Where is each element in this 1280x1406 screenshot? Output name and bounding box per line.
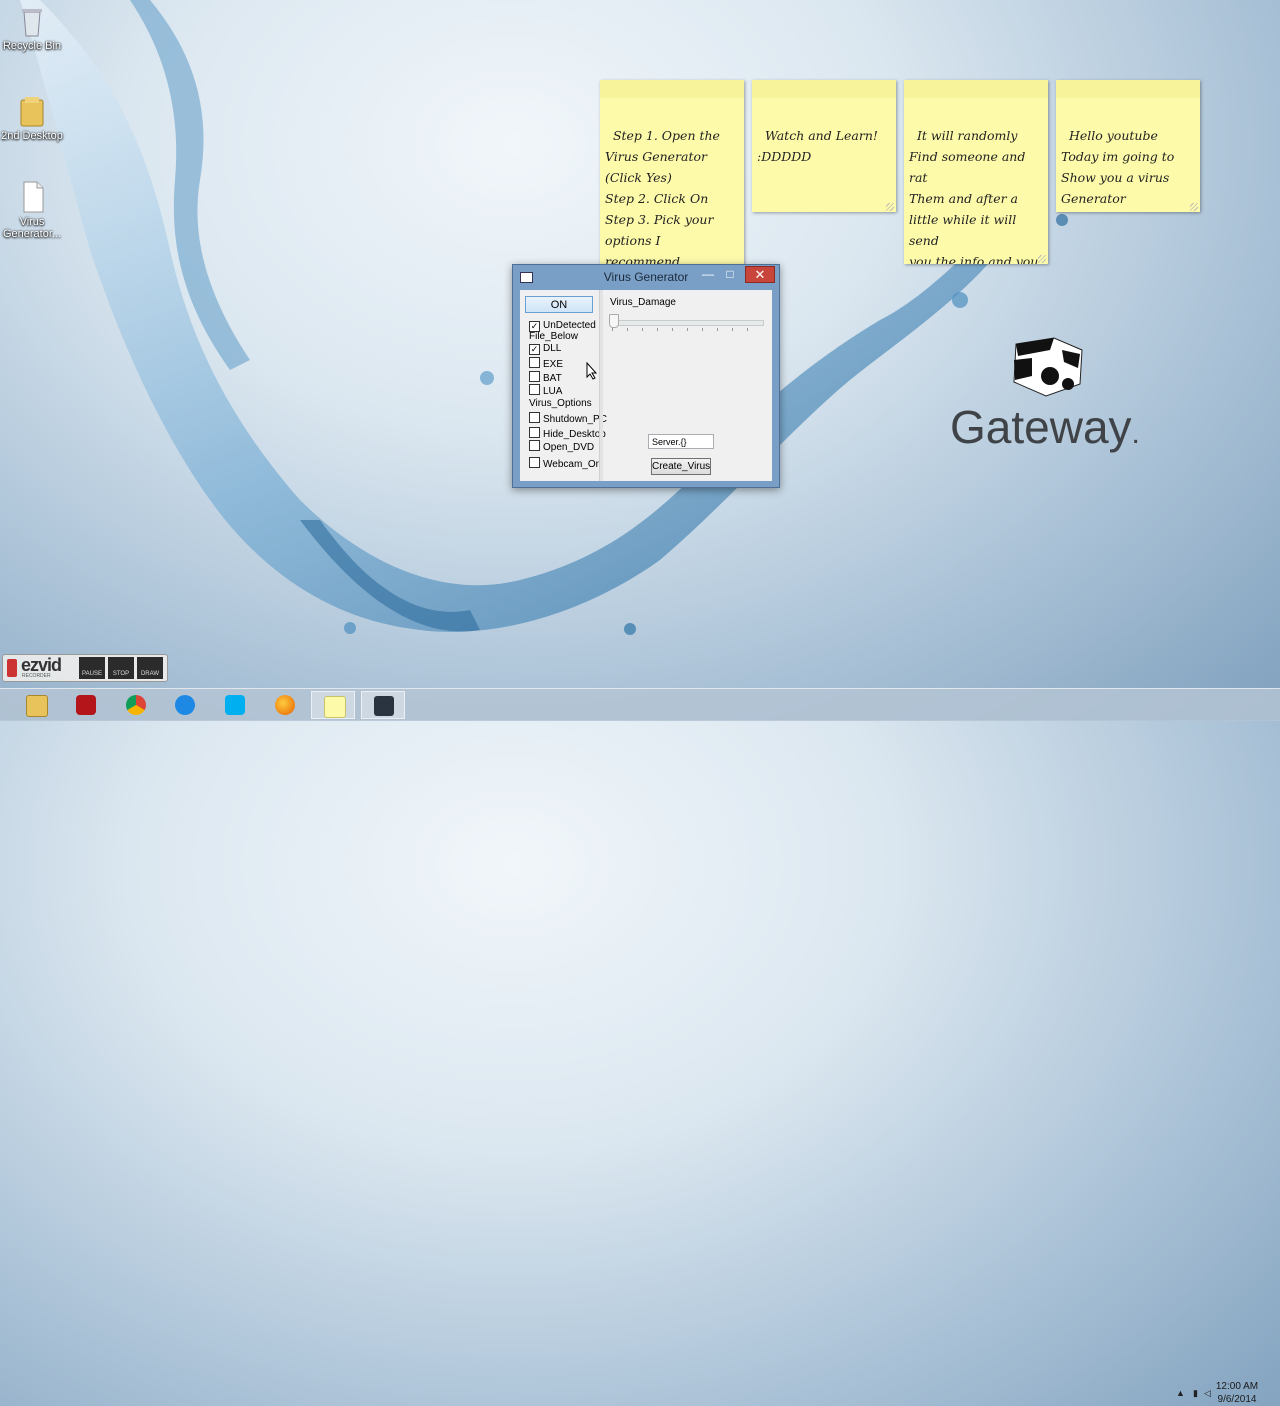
gateway-wordmark: Gateway [950,401,1132,453]
checkbox-label: Shutdown_PC [543,414,607,425]
taskbar-internet-explorer[interactable] [163,691,207,719]
taskbar-chrome[interactable] [114,691,158,719]
taskbar-power[interactable] [64,691,108,719]
close-button[interactable]: ✕ [745,266,775,283]
virus-options-label: Virus_Options [529,398,592,409]
file-icon [15,180,49,214]
taskbar-firefox[interactable] [263,691,307,719]
sticky-note-hello[interactable]: Hello youtube Today im going to Show you… [1056,80,1200,212]
checkbox-label: LUA [543,386,563,397]
power-icon [76,695,96,715]
draw-label: DRAW [140,671,160,677]
exe-checkbox[interactable]: EXE [529,357,563,370]
sticky-note-text: Hello youtube Today im going to Show you… [1061,128,1175,206]
gateway-cow-logo-icon [1013,337,1083,397]
file-below-label: File_Below [529,331,578,342]
desktop-icon-label: Recycle Bin [2,40,62,52]
virus-damage-slider-thumb[interactable] [609,314,619,328]
virus-generator-window: Virus Generator — □ ✕ ON ✓ UnDetected Fil… [512,264,780,488]
window-titlebar[interactable]: Virus Generator — □ ✕ [513,265,779,289]
clock-date: 9/6/2014 [1217,1394,1257,1405]
volume-icon[interactable]: ◁ [1204,1388,1211,1399]
sticky-note-text: It will randomly Find someone and rat Th… [909,128,1039,264]
on-button[interactable]: ON [525,296,593,313]
resize-grip[interactable] [1190,203,1198,211]
checkbox-box [529,371,540,382]
resize-grip[interactable] [1038,255,1046,263]
skype-icon [225,695,245,715]
panel-splitter[interactable] [599,290,603,481]
sticky-note-steps[interactable]: Step 1. Open the Virus Generator (Click … [600,80,744,270]
desktop-icon-label: Virus Generator... [2,216,62,240]
lua-checkbox[interactable]: LUA [529,384,562,397]
chrome-icon [126,695,146,715]
maximize-button[interactable]: □ [719,267,741,283]
checkbox-box [529,412,540,423]
firefox-icon [275,695,295,715]
checkbox-box: ✓ [529,344,540,355]
checkbox-box [529,357,540,368]
webcam-on-checkbox[interactable]: Webcam_On [529,457,601,470]
sticky-note-text: Step 1. Open the Virus Generator (Click … [605,128,720,269]
slider-ticks [612,328,762,331]
virus-damage-slider-track[interactable] [612,320,764,326]
taskbar-virus-generator[interactable] [361,691,405,719]
pause-label: PAUSE [82,671,102,677]
stop-button[interactable]: STOP [108,657,134,679]
folder-icon [15,94,49,128]
create-virus-button[interactable]: Create_Virus [651,458,711,475]
checkbox-box [529,440,540,451]
internet-explorer-icon [175,695,195,715]
file-explorer-icon [26,695,48,717]
checkbox-box [529,457,540,468]
checkbox-label: Hide_Desktop [543,429,606,440]
checkbox-box [529,384,540,395]
minimize-button[interactable]: — [697,267,719,283]
clock-time: 12:00 AM [1215,1381,1259,1392]
hide-desktop-checkbox[interactable]: Hide_Desktop [529,427,606,440]
taskbar: ▲ ▮ ◁ 12:00 AM 9/6/2014 [0,688,1280,1405]
desktop-icon-label: 2nd Desktop [1,130,63,142]
checkbox-label: EXE [543,359,564,370]
sticky-note-text: Watch and Learn! :DDDDD [757,128,878,164]
virus-generator-icon [374,696,394,716]
checkbox-label: Webcam_On [543,459,602,470]
network-icon[interactable]: ▮ [1193,1388,1198,1399]
taskbar-sticky-notes[interactable] [311,691,355,719]
shutdown-pc-checkbox[interactable]: Shutdown_PC [529,412,607,425]
window-client-area: ON ✓ UnDetected File_Below ✓ DLL EXE BAT L… [520,290,772,481]
dll-checkbox[interactable]: ✓ DLL [529,343,561,355]
tray-overflow-icon[interactable]: ▲ [1176,1388,1185,1398]
pause-button[interactable]: PAUSE [79,657,105,679]
checkbox-label: DLL [543,343,562,354]
taskbar-clock[interactable]: 12:00 AM 9/6/2014 [1212,1380,1262,1406]
mouse-cursor-icon [586,362,598,380]
draw-button[interactable]: DRAW [137,657,163,679]
ezvid-recorder-widget: ezvid RECORDER PAUSE STOP DRAW [2,654,168,682]
sticky-notes-icon [324,696,346,718]
virus-damage-label: Virus_Damage [610,297,676,308]
stop-label: STOP [112,671,130,677]
ezvid-logo-mark [7,659,17,677]
taskbar-skype[interactable] [213,691,257,719]
ezvid-sub-label: RECORDER [22,673,51,679]
server-input[interactable]: Server.{} [648,434,714,449]
checkbox-box [529,427,540,438]
sticky-note-random[interactable]: It will randomly Find someone and rat Th… [904,80,1048,264]
checkbox-label: Open_DVD [543,442,595,453]
recycle-bin-icon [15,4,49,38]
checkbox-label: UnDetected [543,320,596,331]
gateway-dot: . [1131,417,1140,450]
desktop-icon-2nd-desktop[interactable]: 2nd Desktop [0,94,64,142]
bat-checkbox[interactable]: BAT [529,371,562,384]
taskbar-file-explorer[interactable] [14,691,58,719]
resize-grip[interactable] [886,203,894,211]
desktop-icon-recycle-bin[interactable]: Recycle Bin [0,4,64,52]
open-dvd-checkbox[interactable]: Open_DVD [529,440,594,453]
gateway-logo-text: Gateway. [950,400,1140,454]
desktop-icon-virus-generator[interactable]: Virus Generator... [0,180,64,240]
checkbox-label: BAT [543,373,562,384]
sticky-note-watch[interactable]: Watch and Learn! :DDDDD [752,80,896,212]
